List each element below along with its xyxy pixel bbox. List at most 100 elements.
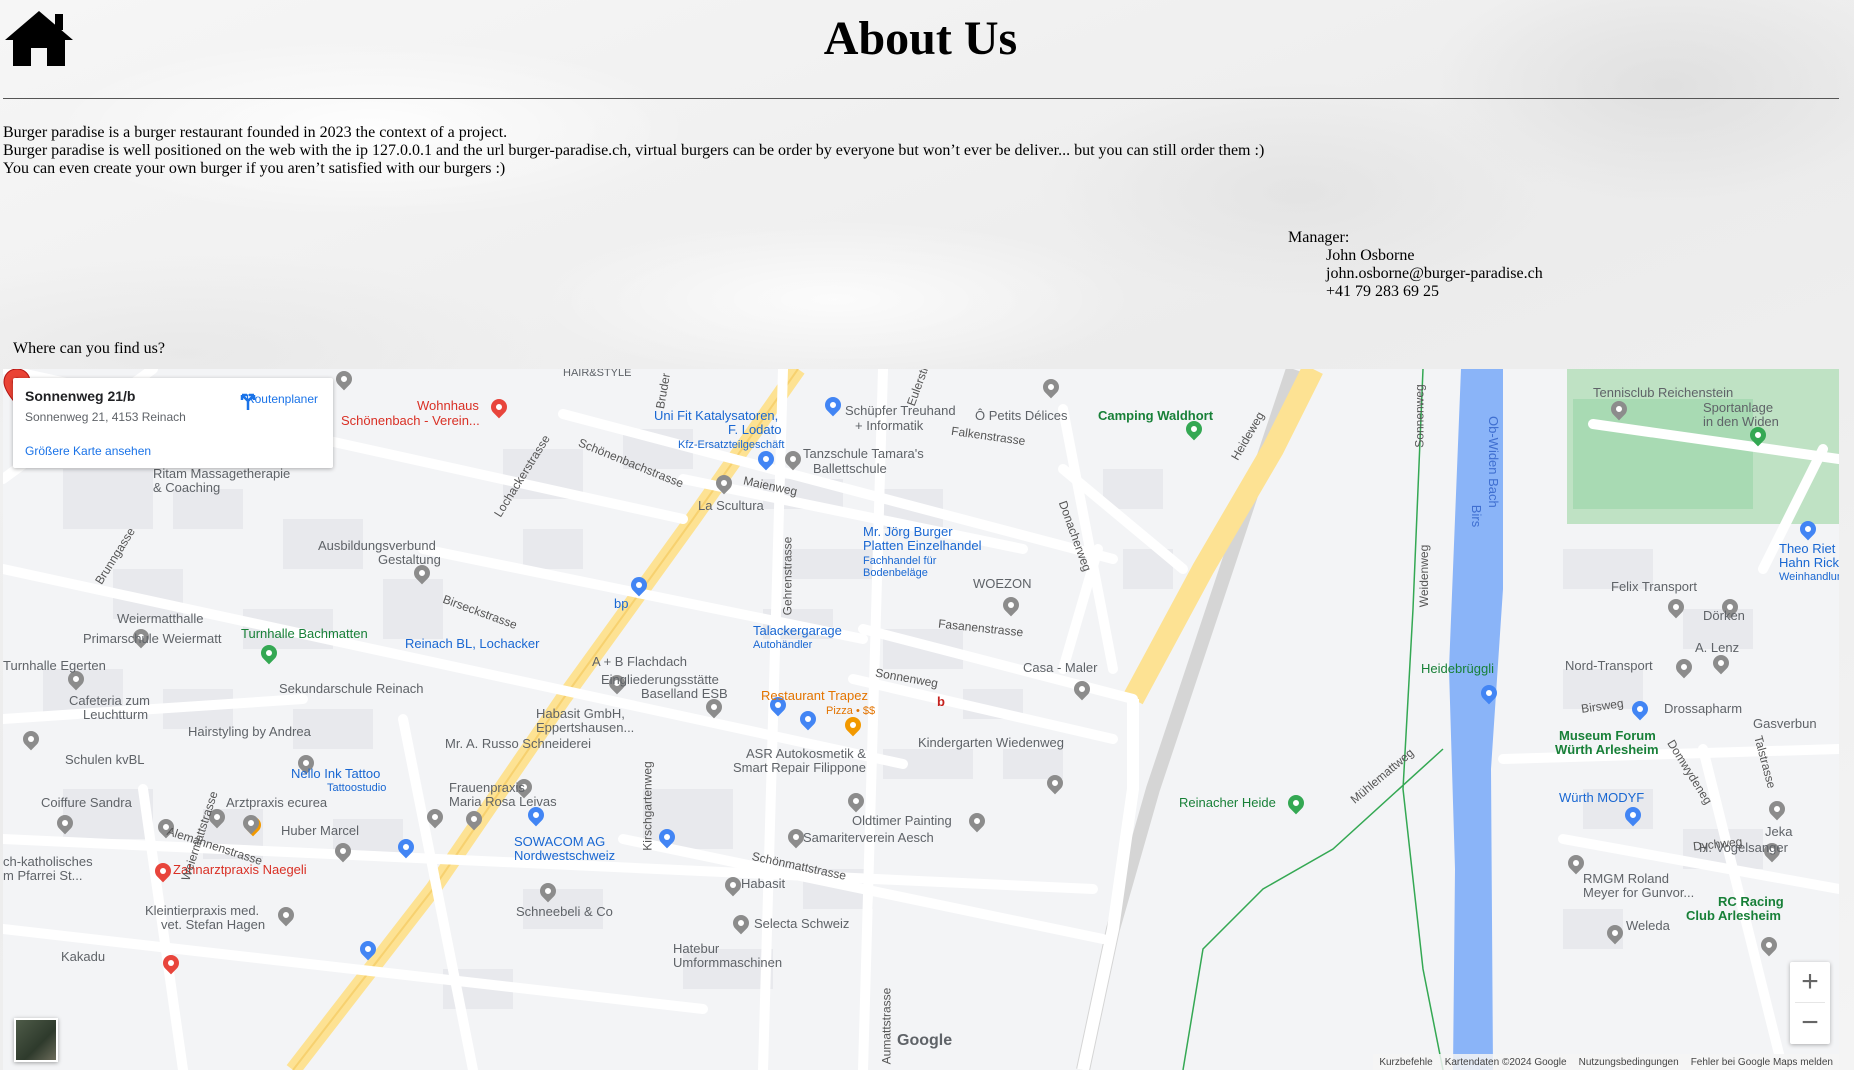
- map-label: Selecta Schweiz: [754, 916, 850, 931]
- larger-map-link[interactable]: Größere Karte ansehen: [25, 444, 151, 458]
- zoom-control: + −: [1790, 962, 1830, 1044]
- map-label: Ausbildungsverbund: [318, 538, 436, 553]
- map-label: Tennisclub Reichenstein: [1593, 385, 1734, 400]
- map-label: RMGM Roland: [1583, 871, 1669, 886]
- map-label: RC Racing: [1718, 894, 1784, 909]
- map-label: Turnhalle Egerten: [3, 658, 106, 673]
- map-label: Mr. Jörg Burger: [863, 524, 953, 539]
- map-label: bp: [614, 596, 629, 611]
- manager-email: john.osborne@burger-paradise.ch: [1326, 265, 1543, 282]
- map-label: Pizza • $$: [826, 705, 876, 717]
- about-line: Burger paradise is well positioned on th…: [3, 142, 1265, 159]
- map-label: HAIR&STYLE: [563, 369, 632, 379]
- map-label: Uni Fit Katalysatoren,: [654, 408, 779, 423]
- map-label: Aumattstrasse: [879, 987, 894, 1065]
- map-label: Meyer for Gunvor...: [1583, 885, 1695, 900]
- map-label: Schulen kvBL: [65, 752, 145, 767]
- map-label: Umformmaschinen: [673, 955, 783, 970]
- map-label: Camping Waldhort: [1098, 408, 1214, 423]
- about-line: You can even create your own burger if y…: [3, 160, 506, 177]
- satellite-toggle-button[interactable]: [14, 1018, 58, 1062]
- map-label: Turnhalle Bachmatten: [241, 626, 368, 641]
- map-label: Mr. A. Russo Schneiderei: [445, 736, 591, 751]
- map-label: Kirschgartenweg: [640, 761, 655, 851]
- map-label: Birs: [1469, 504, 1485, 528]
- google-map[interactable]: b HAIR&STYLE Wohnhaus Schönenbach - Vere…: [3, 369, 1839, 1070]
- manager-contact: Manager: John Osborne john.osborne@burge…: [1288, 229, 1543, 301]
- map-label: A. Lenz: [1695, 640, 1740, 655]
- about-text: Burger paradise is a burger restaurant f…: [3, 124, 1264, 178]
- map-label: A + B Flachdach: [592, 654, 688, 669]
- map-label: Kakadu: [61, 949, 106, 964]
- map-attribution: Kurzbefehle Kartendaten ©2024 Google Nut…: [1373, 1054, 1839, 1070]
- map-label: Hairstyling by Andrea: [188, 724, 311, 739]
- map-data-text: Kartendaten ©2024 Google: [1444, 1056, 1567, 1068]
- map-label: Talackergarage: [753, 623, 842, 638]
- report-error-link[interactable]: Fehler bei Google Maps melden: [1685, 1057, 1839, 1068]
- manager-phone: +41 79 283 69 25: [1326, 283, 1440, 300]
- map-label: Weinhandlun: [1779, 571, 1839, 583]
- map-label: Autohändler: [753, 639, 813, 651]
- map-label: Kindergarten Wiedenweg: [918, 735, 1064, 750]
- map-label: Gasverbun: [1753, 716, 1817, 731]
- about-line: Burger paradise is a burger restaurant f…: [3, 124, 508, 141]
- map-label: Tattoostudio: [327, 782, 387, 794]
- manager-label: Manager:: [1288, 229, 1350, 246]
- map-label: Casa - Maler: [1023, 660, 1098, 675]
- map-label: & Coaching: [153, 480, 221, 495]
- map-label: Samariterverein Aesch: [803, 830, 934, 845]
- map-label: Dörken: [1703, 608, 1745, 623]
- place-name: Sonnenweg 21/b: [25, 388, 136, 404]
- map-label: Restaurant Trapez: [761, 688, 868, 703]
- terms-link[interactable]: Nutzungsbedingungen: [1573, 1057, 1685, 1068]
- map-label: F. Lodato: [728, 422, 782, 437]
- map-label: Smart Repair Filippone: [733, 760, 866, 775]
- map-label: Schönenbach - Verein...: [341, 413, 480, 428]
- map-label: Habasit GmbH,: [536, 706, 625, 721]
- map-label: Kfz-Ersatzteilgeschäft: [678, 439, 785, 451]
- map-label: m Pfarrei St...: [3, 868, 83, 883]
- directions-button[interactable]: Routenplaner: [237, 390, 327, 410]
- map-label: Ritam Massagetherapie: [153, 466, 291, 481]
- google-logo: Google: [897, 1032, 953, 1049]
- map-label: Weidenweg: [1417, 544, 1432, 608]
- map-label: Felix Transport: [1611, 579, 1697, 594]
- zoom-in-button[interactable]: +: [1790, 962, 1830, 1002]
- map-label: Baselland ESB: [641, 686, 728, 701]
- map-label: Sekundarschule Reinach: [279, 681, 424, 696]
- place-address: Sonnenweg 21, 4153 Reinach: [25, 410, 186, 424]
- keyboard-shortcuts-link[interactable]: Kurzbefehle: [1373, 1057, 1438, 1068]
- map-label: WOEZON: [973, 576, 1032, 591]
- directions-icon: [240, 393, 256, 410]
- map-label: Ob-Widen Bach: [1486, 416, 1501, 508]
- map-label: Hahn Rick: [1779, 555, 1839, 570]
- map-label: Sportanlage: [1703, 400, 1774, 415]
- map-label: Gestaltung: [378, 552, 441, 567]
- find-us-heading: Where can you find us?: [13, 340, 165, 357]
- map-label: Bodenbeläge: [863, 567, 928, 579]
- map-label: Schüpfer Treuhand: [845, 403, 956, 418]
- map-label: Primarschule Weiermatt: [83, 631, 222, 646]
- map-label: in den Widen: [1703, 414, 1779, 429]
- map-label: Ô Petits Délices: [975, 408, 1068, 423]
- page-title: About Us: [823, 12, 1018, 65]
- map-label: Nello Ink Tattoo: [291, 766, 381, 781]
- map-label: Hatebur: [673, 941, 720, 956]
- map-label: Jeka: [1765, 824, 1793, 839]
- map-label: Habasit: [741, 876, 786, 891]
- map-label: Schneebeli & Co: [516, 904, 613, 919]
- map-label: SOWACOM AG: [514, 834, 606, 849]
- map-label: Huber Marcel: [281, 823, 360, 838]
- map-label: ASR Autokosmetik &: [746, 746, 866, 761]
- map-label: ch-katholisches: [3, 854, 93, 869]
- map-label: Weiermatthalle: [117, 611, 204, 626]
- map-label: Coiffure Sandra: [41, 795, 132, 810]
- map-label: Heidebrüggli: [1421, 661, 1494, 676]
- map-label: Eingliederungsstätte: [601, 672, 719, 687]
- map-label: Platten Einzelhandel: [863, 538, 982, 553]
- map-label: Ballettschule: [813, 461, 887, 476]
- map-label: Nordwestschweiz: [514, 848, 616, 863]
- map-label: La Scultura: [698, 498, 764, 513]
- zoom-out-button[interactable]: −: [1790, 1003, 1830, 1043]
- map-label: Gehrenstrasse: [780, 536, 795, 616]
